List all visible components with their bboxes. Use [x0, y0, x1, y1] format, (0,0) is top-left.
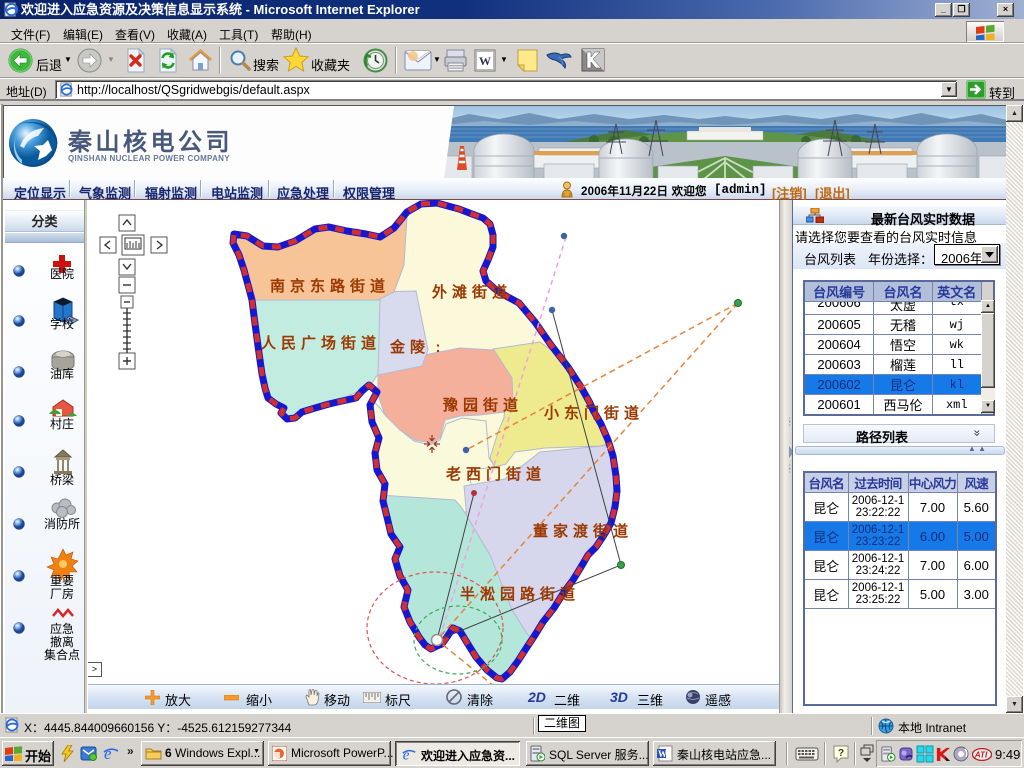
- svg-text:W: W: [479, 54, 491, 68]
- svg-text:医院: 医院: [50, 267, 74, 281]
- svg-text:金陵: 金陵: [389, 338, 430, 356]
- svg-text:e: e: [403, 747, 410, 762]
- svg-text:消防所: 消防所: [44, 516, 80, 531]
- svg-text:e: e: [104, 744, 112, 762]
- svg-text:老西门街道: 老西门街道: [445, 465, 546, 483]
- svg-text:W: W: [658, 749, 667, 759]
- svg-text:董家渡街道: 董家渡街道: [533, 522, 633, 540]
- svg-text:重要: 重要: [50, 574, 74, 588]
- svg-text:应急: 应急: [50, 621, 74, 636]
- svg-text:桥梁: 桥梁: [50, 472, 74, 487]
- svg-text:集合点: 集合点: [44, 647, 80, 662]
- svg-text:ATI: ATI: [974, 751, 988, 760]
- svg-text:南京东路街道: 南京东路街道: [270, 277, 390, 295]
- svg-text:半淞园路街道: 半淞园路街道: [460, 585, 580, 603]
- svg-text:油库: 油库: [50, 366, 74, 381]
- svg-text:豫园街道: 豫园街道: [443, 396, 523, 414]
- svg-text:学校: 学校: [50, 316, 74, 331]
- svg-text::: :: [436, 339, 441, 356]
- svg-text:人民广场街道: 人民广场街道: [261, 334, 381, 352]
- svg-text:厂房: 厂房: [50, 586, 74, 601]
- svg-text:?: ?: [838, 748, 844, 759]
- svg-text:小东门街道: 小东门街道: [544, 404, 644, 422]
- svg-text:外滩街道: 外滩街道: [431, 283, 512, 301]
- svg-text:撤离: 撤离: [50, 634, 74, 649]
- svg-text:村庄: 村庄: [50, 416, 74, 431]
